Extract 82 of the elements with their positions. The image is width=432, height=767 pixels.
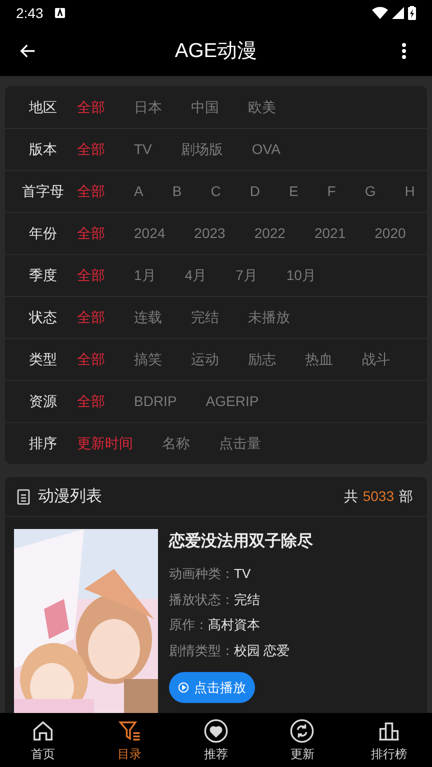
filter-option[interactable]: 连载 [134,307,162,328]
filter-label: 类型 [28,350,58,369]
anime-count: 5033 [362,487,394,506]
battery-icon [408,6,416,20]
nav-tab[interactable]: 目录 [86,713,173,767]
filter-option[interactable]: 未播放 [248,307,290,328]
refresh-icon [289,718,316,744]
filter-option[interactable]: 日本 [134,96,162,118]
filter-option[interactable]: G [364,181,376,202]
nav-tab[interactable]: 推荐 [172,713,260,767]
field-label: 剧情类型： [169,642,234,660]
filter-option[interactable]: 中国 [191,96,219,118]
filter-option[interactable]: 热血 [305,349,333,370]
app-title: AGE动漫 [174,39,258,64]
filter-label: 年份 [28,224,58,243]
count-prefix: 共 [344,487,358,506]
filter-option[interactable]: B [172,181,182,202]
filter-option[interactable]: 搞笑 [134,349,162,370]
field-value: 完结 [234,590,260,608]
filter-option[interactable]: 2021 [314,223,346,244]
nav-tab[interactable]: 排行榜 [346,713,432,767]
filter-option[interactable]: D [250,181,260,202]
filter-label: 排序 [28,434,58,453]
filter-option[interactable]: 更新时间 [77,433,133,454]
filter-option[interactable]: 2024 [134,223,166,244]
filter-option[interactable]: 名称 [162,433,190,454]
filter-option[interactable]: 点击量 [219,433,261,454]
more-icon [401,42,407,60]
filter-option[interactable]: AGERIP [206,391,259,412]
field-value: 髙村資本 [208,616,260,634]
status-time: 2:43 [16,4,44,22]
filter-label: 资源 [28,392,58,411]
filter-option[interactable]: BDRIP [134,391,177,412]
field-label: 播放状态： [169,590,234,608]
document-icon [17,488,30,504]
filter-option[interactable]: 2023 [194,223,226,244]
filter-option[interactable]: H [404,181,415,202]
filter-label: 地区 [28,98,58,116]
anime-title[interactable]: 恋爱没法用双子除尽 [169,530,313,554]
filter-option[interactable]: 全部 [77,96,105,118]
filter-label: 版本 [28,140,58,159]
filter-option[interactable]: 2022 [254,223,286,244]
filter-option[interactable]: 励志 [248,349,276,370]
filter-option[interactable]: 战斗 [362,349,390,370]
filter-option[interactable]: 全部 [77,307,105,328]
field-label: 动画种类： [169,565,234,583]
notification-icon [55,8,66,18]
filter-option[interactable]: C [210,181,221,202]
filter-option[interactable]: 运动 [191,349,219,370]
wifi-icon [372,7,388,19]
filter-option[interactable]: 4月 [184,265,207,286]
filter-option[interactable]: 完结 [191,307,219,328]
field-label: 原作： [169,616,208,634]
filter-option[interactable]: 剧场版 [180,139,223,160]
filter-label: 季度 [28,266,58,285]
filter-label: 首字母 [21,182,65,201]
signal-icon [392,7,404,19]
play-icon [178,682,189,693]
filter-option[interactable]: 全部 [77,181,105,202]
filter-option[interactable]: A [134,181,144,202]
count-suffix: 部 [399,487,413,506]
nav-tab[interactable]: 首页 [0,713,86,767]
filter-option[interactable]: 1月 [134,265,156,286]
filter-option[interactable]: 7月 [236,265,258,286]
filter-option[interactable]: OVA [252,139,280,160]
play-button[interactable]: 点击播放 [169,672,255,703]
filter-option[interactable]: 全部 [77,391,105,412]
field-value: TV [234,565,251,583]
filter-option[interactable]: 10月 [286,265,316,286]
filter-option[interactable]: 全部 [77,139,105,160]
filter-option[interactable]: 全部 [77,349,105,370]
filter-option[interactable]: E [288,181,298,202]
filter-option[interactable]: 2020 [374,223,406,244]
list-title: 动漫列表 [38,486,103,506]
filter-option[interactable]: 欧美 [248,96,276,118]
filter-label: 状态 [28,308,58,327]
filter-option[interactable]: 全部 [77,265,105,286]
filter-option[interactable]: 全部 [77,223,105,244]
filter-option[interactable]: F [327,181,336,202]
filter-option[interactable]: TV [134,139,152,160]
field-value: 校园 恋爱 [234,642,290,660]
nav-tab[interactable]: 更新 [259,713,346,767]
